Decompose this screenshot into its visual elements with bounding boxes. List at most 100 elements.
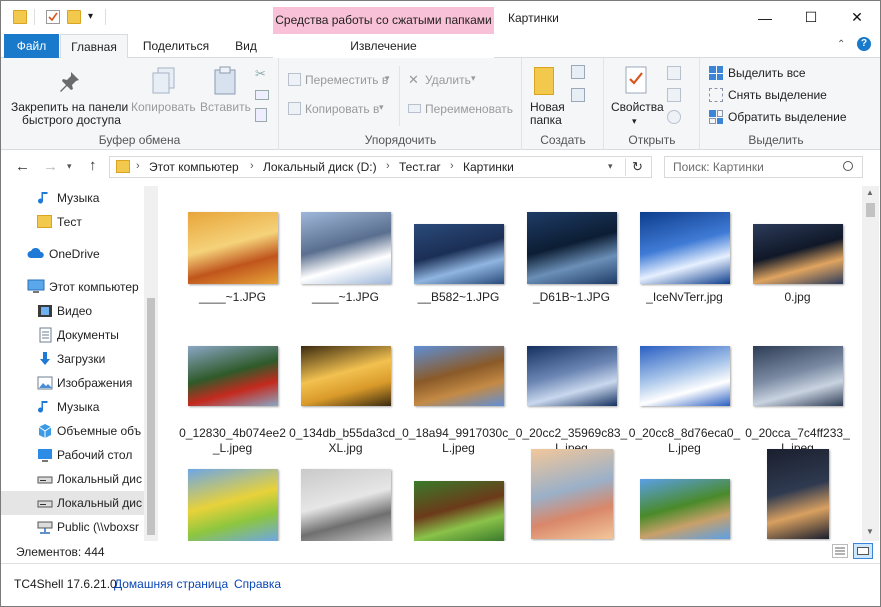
copy-path-icon[interactable] bbox=[255, 90, 269, 100]
paste-button[interactable]: Вставить bbox=[200, 100, 251, 114]
cloud-icon bbox=[27, 246, 44, 262]
close-button[interactable]: ✕ bbox=[834, 1, 880, 34]
breadcrumb-archive[interactable]: Тест.rar bbox=[399, 160, 441, 174]
scroll-down-icon[interactable]: ▼ bbox=[866, 527, 874, 536]
file-thumbnail[interactable] bbox=[187, 469, 278, 541]
scrollbar-thumb[interactable] bbox=[147, 298, 155, 535]
select-all-button[interactable]: Выделить все bbox=[728, 66, 806, 80]
file-thumbnail[interactable] bbox=[413, 346, 504, 406]
sidebar-item[interactable]: Загрузки bbox=[1, 347, 144, 371]
copy-to-button[interactable]: Копировать в bbox=[305, 102, 379, 116]
breadcrumb-drive[interactable]: Локальный диск (D:) bbox=[263, 160, 377, 174]
sidebar-item[interactable]: Изображения bbox=[1, 371, 144, 395]
search-box[interactable]: Поиск: Картинки bbox=[664, 156, 863, 178]
new-folder-line2[interactable]: папка bbox=[530, 113, 562, 127]
delete-button[interactable]: Удалить bbox=[425, 73, 471, 87]
rename-button[interactable]: Переименовать bbox=[425, 102, 513, 116]
pin-button-line1[interactable]: Закрепить на панели bbox=[11, 100, 128, 114]
copy-button[interactable]: Копировать bbox=[131, 100, 196, 114]
file-thumbnail[interactable] bbox=[766, 449, 829, 539]
sidebar-item[interactable]: Public (\\vboxsr bbox=[1, 515, 144, 539]
collapse-ribbon-icon[interactable]: ⌃ bbox=[837, 39, 845, 50]
sidebar-item[interactable]: OneDrive bbox=[1, 242, 144, 266]
address-bar[interactable]: › Этот компьютер › Локальный диск (D:) ›… bbox=[109, 156, 652, 178]
tab-file[interactable]: Файл bbox=[4, 34, 59, 58]
invert-selection-button[interactable]: Обратить выделение bbox=[728, 110, 847, 124]
forward-icon[interactable]: → bbox=[43, 158, 58, 175]
file-thumbnail[interactable] bbox=[639, 479, 730, 539]
sidebar-item[interactable]: Этот компьютер bbox=[1, 275, 144, 299]
back-icon[interactable]: ← bbox=[15, 158, 30, 175]
paste-shortcut-icon[interactable] bbox=[255, 108, 267, 122]
edit-icon[interactable] bbox=[667, 88, 681, 102]
help-link[interactable]: Справка bbox=[234, 577, 281, 591]
search-input[interactable]: Поиск: Картинки bbox=[673, 160, 764, 174]
scrollbar-thumb[interactable] bbox=[866, 203, 875, 217]
scroll-up-icon[interactable]: ▲ bbox=[866, 188, 874, 197]
sidebar-item[interactable]: Локальный дис bbox=[1, 491, 144, 515]
file-thumbnail[interactable] bbox=[530, 449, 613, 539]
tab-home[interactable]: Главная bbox=[60, 34, 128, 59]
easy-access-icon[interactable] bbox=[571, 88, 585, 102]
refresh-icon[interactable]: ↻ bbox=[632, 159, 643, 175]
maximize-button[interactable]: ☐ bbox=[788, 1, 834, 34]
sidebar-item[interactable]: Видео bbox=[1, 299, 144, 323]
sidebar-item[interactable]: Локальный дис bbox=[1, 467, 144, 491]
cut-icon[interactable]: ✂ bbox=[255, 66, 266, 82]
recent-locations-icon[interactable]: ▾ bbox=[67, 161, 72, 172]
select-none-button[interactable]: Снять выделение bbox=[728, 88, 827, 102]
sidebar-item[interactable]: Музыка bbox=[1, 395, 144, 419]
file-thumbnail[interactable] bbox=[187, 346, 278, 406]
history-icon[interactable] bbox=[667, 110, 681, 124]
sidebar-item[interactable]: Объемные объ bbox=[1, 419, 144, 443]
sidebar-item-label: Этот компьютер bbox=[49, 280, 139, 294]
large-icons-view-icon[interactable] bbox=[853, 543, 873, 559]
tab-extract[interactable]: Извлечение bbox=[273, 34, 494, 58]
customize-qa-icon[interactable]: ▾ bbox=[88, 10, 102, 24]
move-to-button[interactable]: Переместить в bbox=[305, 73, 388, 87]
help-icon[interactable]: ? bbox=[857, 37, 871, 51]
sidebar-item-label: Объемные объ bbox=[57, 424, 142, 438]
file-thumbnail[interactable] bbox=[187, 212, 278, 284]
file-thumbnail[interactable] bbox=[639, 212, 730, 284]
sidebar-scrollbar[interactable] bbox=[144, 186, 158, 541]
sidebar-item-label: Музыка bbox=[57, 400, 100, 414]
homepage-link[interactable]: Домашняя страница bbox=[114, 577, 228, 591]
file-thumbnail[interactable] bbox=[752, 224, 843, 284]
clipboard-group-label: Буфер обмена bbox=[98, 133, 181, 147]
chevron-down-icon: ▾ bbox=[385, 73, 390, 83]
sidebar-item[interactable]: Документы bbox=[1, 323, 144, 347]
properties-qa-icon[interactable] bbox=[46, 10, 60, 24]
file-thumbnail[interactable] bbox=[526, 346, 617, 406]
open-icon[interactable] bbox=[667, 66, 681, 80]
rename-icon bbox=[408, 104, 421, 113]
file-thumbnail[interactable] bbox=[526, 212, 617, 284]
file-thumbnail[interactable] bbox=[752, 346, 843, 406]
content-scrollbar[interactable]: ▲ ▼ bbox=[862, 186, 879, 541]
breadcrumb-current[interactable]: Картинки bbox=[463, 160, 514, 174]
tab-share[interactable]: Поделиться bbox=[136, 34, 216, 58]
sidebar-item[interactable]: Рабочий стол bbox=[1, 443, 144, 467]
new-folder-qa-icon[interactable] bbox=[67, 10, 81, 24]
sidebar-item-label: Локальный дис bbox=[57, 472, 142, 486]
tab-view[interactable]: Вид bbox=[226, 34, 266, 58]
file-thumbnail[interactable] bbox=[413, 224, 504, 284]
properties-button[interactable]: Свойства bbox=[611, 100, 664, 114]
new-item-icon[interactable] bbox=[571, 65, 585, 79]
details-view-icon[interactable] bbox=[832, 544, 848, 558]
file-thumbnail[interactable] bbox=[300, 346, 391, 406]
sidebar-item[interactable]: Тест bbox=[1, 210, 144, 234]
minimize-button[interactable]: — bbox=[742, 1, 788, 34]
address-dropdown-icon[interactable]: ▾ bbox=[608, 161, 613, 172]
breadcrumb-separator-icon: › bbox=[250, 160, 254, 172]
file-thumbnail[interactable] bbox=[300, 469, 391, 541]
file-thumbnail[interactable] bbox=[413, 481, 504, 541]
breadcrumb-separator-icon: › bbox=[450, 160, 454, 172]
file-thumbnail[interactable] bbox=[639, 346, 730, 406]
new-folder-line1[interactable]: Новая bbox=[530, 100, 565, 114]
breadcrumb-this-pc[interactable]: Этот компьютер bbox=[149, 160, 239, 174]
pin-button-line2[interactable]: быстрого доступа bbox=[22, 113, 121, 127]
file-thumbnail[interactable] bbox=[300, 212, 391, 284]
up-icon[interactable]: ↑ bbox=[89, 157, 97, 174]
sidebar-item[interactable]: Музыка bbox=[1, 186, 144, 210]
